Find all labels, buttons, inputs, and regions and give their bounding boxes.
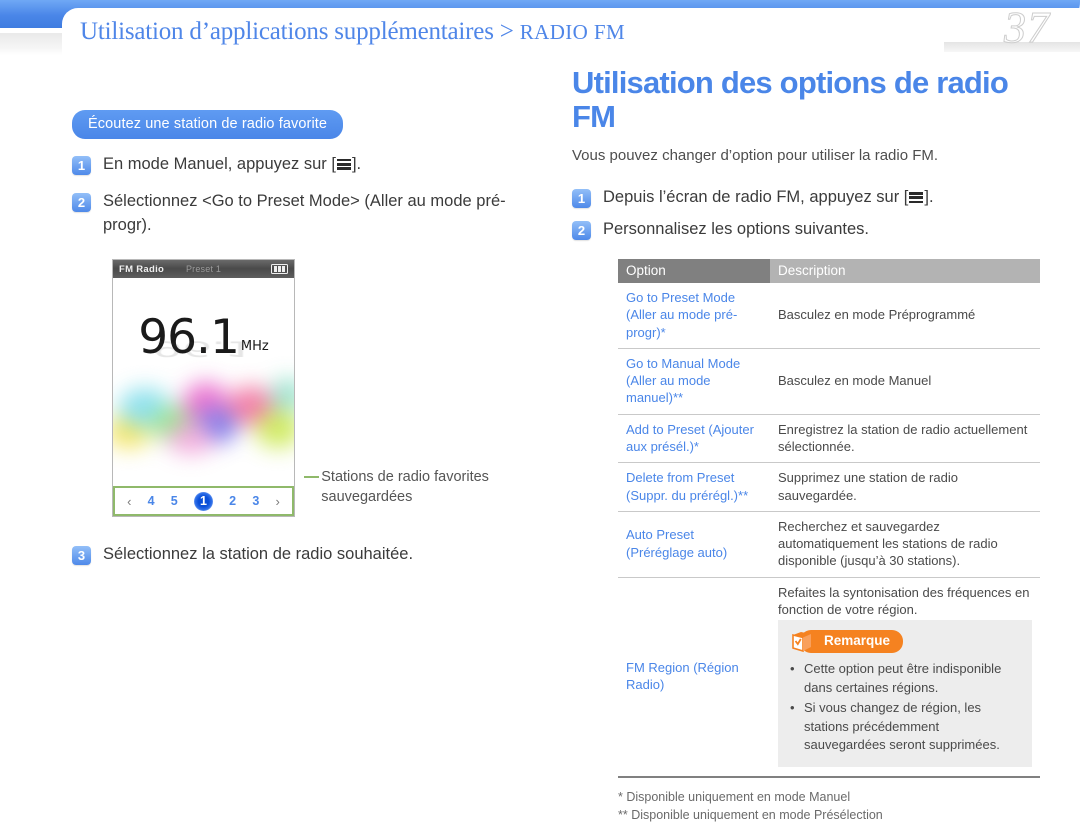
option-description: Refaites la syntonisation des fréquences… xyxy=(770,577,1040,778)
callout-label: Stations de radio favorites sauvegardées xyxy=(321,469,489,506)
preset-item[interactable]: 4 xyxy=(148,494,155,508)
step-text: Sélectionnez <Go to Preset Mode> (Aller … xyxy=(103,192,506,234)
note-item-text: Si vous changez de région, les stations … xyxy=(804,700,1000,753)
note-items: • Cette option peut être indisponible da… xyxy=(790,660,1020,754)
step-text: Depuis l’écran de radio FM, appuyez sur … xyxy=(603,186,934,209)
option-description: Recherchez et sauvegardez automatiquemen… xyxy=(770,511,1040,578)
page-number: 37 xyxy=(1004,3,1050,53)
options-table: Option Description Go to Preset Mode (Al… xyxy=(618,259,1040,778)
step-text: Personnalisez les options suivantes. xyxy=(603,219,869,238)
remarque-note-box: Remarque • Cette option peut être indisp… xyxy=(778,620,1032,767)
table-row: Add to Preset (Ajouter aux présél.)* Enr… xyxy=(618,414,1040,464)
option-description-text: Refaites la syntonisation des fréquences… xyxy=(778,584,1030,617)
table-row: Delete from Preset (Suppr. du prérégl.)*… xyxy=(618,462,1040,512)
option-name: Add to Preset (Ajouter aux présél.)* xyxy=(618,414,770,464)
step-text-after: ]. xyxy=(351,155,362,173)
preset-item[interactable]: 5 xyxy=(171,494,178,508)
menu-icon xyxy=(336,159,351,170)
step-text: En mode Manuel, appuyez sur []. xyxy=(103,153,361,176)
page-title: Utilisation des options de radio FM xyxy=(572,65,1009,135)
chevron-right-icon[interactable]: › xyxy=(275,494,279,509)
note-check-box-icon xyxy=(792,632,811,653)
table-header-row: Option Description xyxy=(618,259,1040,284)
option-description: Basculez en mode Manuel xyxy=(770,348,1040,415)
step-text-before: En mode Manuel, appuyez sur [ xyxy=(103,155,336,173)
note-item: • Si vous changez de région, les station… xyxy=(790,699,1020,754)
left-step-1: 1 En mode Manuel, appuyez sur []. xyxy=(72,153,572,176)
preset-navigation-bar[interactable]: ‹ 4 5 1 2 3 › xyxy=(113,486,294,517)
step-text-before: Depuis l’écran de radio FM, appuyez sur … xyxy=(603,188,909,207)
column-header-description: Description xyxy=(770,259,1040,284)
decorative-color-blobs xyxy=(113,372,294,470)
step-text: Sélectionnez la station de radio souhait… xyxy=(103,545,414,564)
device-mockup-wrapper: FM Radio Preset 1 96.1 MHz 96.1 ‹ 4 5 1 … xyxy=(112,259,572,518)
right-column: Utilisation des options de radio FM Vous… xyxy=(572,65,1042,825)
step-number-badge: 1 xyxy=(572,189,591,209)
preset-item[interactable]: 3 xyxy=(252,494,259,508)
bullet-icon: • xyxy=(790,700,795,716)
breadcrumb-main: Utilisation d’applications supplémentair… xyxy=(80,18,514,45)
right-step-2: 2 Personnalisez les options suivantes. xyxy=(572,218,1042,241)
menu-icon xyxy=(909,192,924,203)
device-mockup: FM Radio Preset 1 96.1 MHz 96.1 ‹ 4 5 1 … xyxy=(112,259,295,518)
step-text-after: ]. xyxy=(924,188,934,207)
battery-full-icon xyxy=(271,264,288,275)
table-row: Go to Manual Mode (Aller au mode manuel)… xyxy=(618,348,1040,415)
preset-item-active[interactable]: 1 xyxy=(193,491,213,511)
page-intro: Vous pouvez changer d’option pour utilis… xyxy=(572,147,939,165)
option-name: Go to Preset Mode (Aller au mode pré-pro… xyxy=(618,283,770,349)
step-number-badge: 3 xyxy=(72,546,91,566)
note-badge-label: Remarque xyxy=(800,629,904,653)
footnote-single-asterisk: * Disponible uniquement en mode Manuel xyxy=(618,789,851,804)
option-name: Delete from Preset (Suppr. du prérégl.)*… xyxy=(618,462,770,512)
column-header-option: Option xyxy=(618,259,770,284)
left-step-2: 2 Sélectionnez <Go to Preset Mode> (Alle… xyxy=(72,190,572,237)
chevron-left-icon[interactable]: ‹ xyxy=(127,494,131,509)
table-row: Go to Preset Mode (Aller au mode pré-pro… xyxy=(618,283,1040,349)
right-step-1: 1 Depuis l’écran de radio FM, appuyez su… xyxy=(572,186,1042,209)
device-status-preset: Preset 1 xyxy=(185,264,222,275)
device-status-title: FM Radio xyxy=(119,263,165,275)
callout-leader-line xyxy=(304,476,320,479)
section-pill-heading: Écoutez une station de radio favorite xyxy=(72,110,344,139)
step-number-badge: 2 xyxy=(72,193,91,213)
frequency-reflection: 96.1 xyxy=(153,336,254,362)
option-description: Enregistrez la station de radio actuelle… xyxy=(770,414,1040,464)
option-name: Go to Manual Mode (Aller au mode manuel)… xyxy=(618,348,770,415)
note-header: Remarque xyxy=(790,629,1020,653)
step-number-badge: 1 xyxy=(72,156,91,175)
note-item: • Cette option peut être indisponible da… xyxy=(790,660,1020,697)
note-item-text: Cette option peut être indisponible dans… xyxy=(804,661,1002,695)
device-screen: 96.1 MHz 96.1 xyxy=(113,278,294,489)
breadcrumb: Utilisation d’applications supplémentair… xyxy=(80,18,625,46)
callout-saved-stations: Stations de radio favorites sauvegardées xyxy=(304,467,572,507)
option-description: Basculez en mode Préprogrammé xyxy=(770,283,1040,349)
left-step-3: 3 Sélectionnez la station de radio souha… xyxy=(72,543,572,566)
footnotes: * Disponible uniquement en mode Manuel *… xyxy=(618,788,1042,825)
preset-item[interactable]: 2 xyxy=(229,494,236,508)
left-column: Écoutez une station de radio favorite 1 … xyxy=(72,110,572,567)
footnote-double-asterisk: ** Disponible uniquement en mode Préséle… xyxy=(618,808,883,823)
device-status-bar: FM Radio Preset 1 xyxy=(113,260,294,279)
table-row: Auto Preset (Préréglage auto) Recherchez… xyxy=(618,511,1040,578)
bullet-icon: • xyxy=(790,661,795,677)
breadcrumb-current: RADIO FM xyxy=(519,20,626,44)
option-name: Auto Preset (Préréglage auto) xyxy=(618,511,770,578)
step-number-badge: 2 xyxy=(572,220,591,240)
option-name: FM Region (Région Radio) xyxy=(618,577,770,778)
table-row: FM Region (Région Radio) Refaites la syn… xyxy=(618,577,1040,778)
option-description: Supprimez une station de radio sauvegard… xyxy=(770,462,1040,512)
